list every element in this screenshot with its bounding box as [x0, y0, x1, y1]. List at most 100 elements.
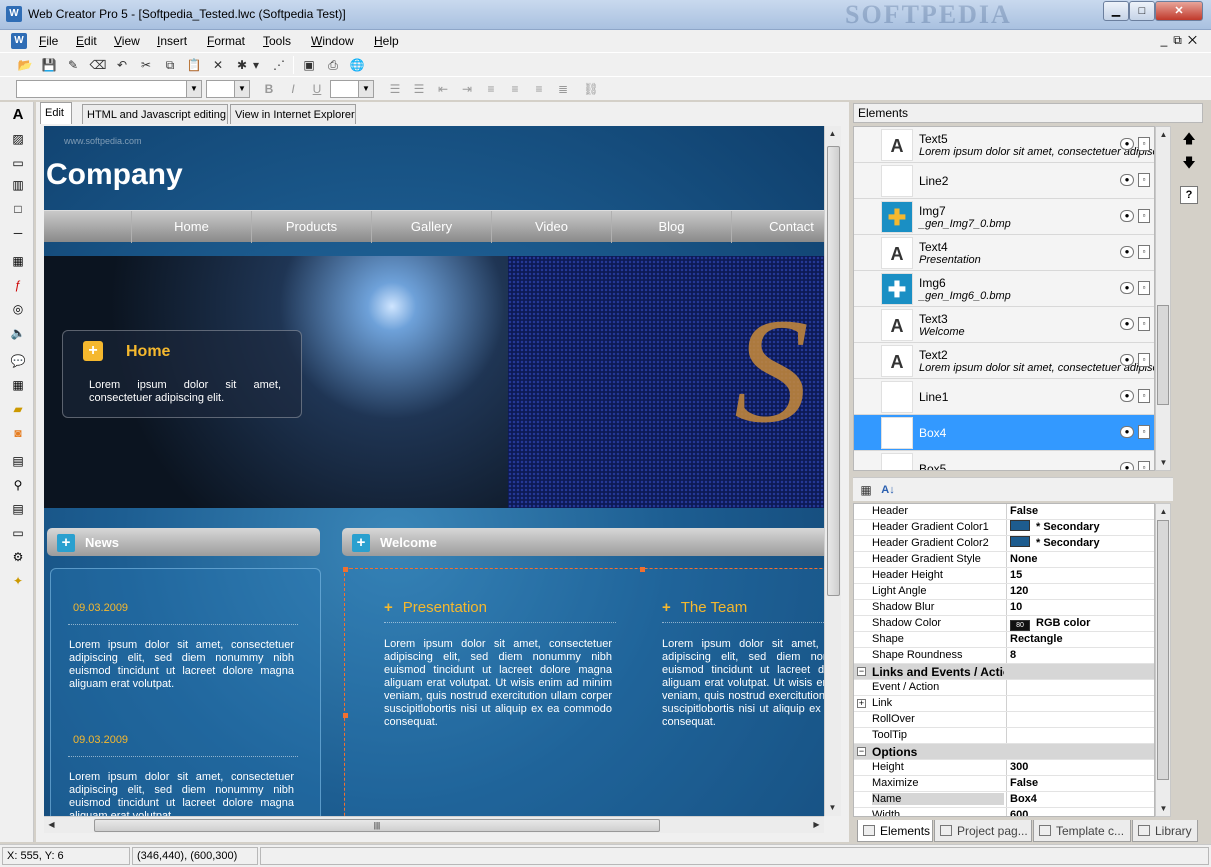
visibility-eye-icon[interactable]: ● [1120, 246, 1134, 258]
property-row[interactable]: Event / Action [854, 680, 1154, 696]
property-row[interactable]: Header Gradient Style None [854, 552, 1154, 568]
globe-icon[interactable]: 🌐 [348, 56, 366, 74]
align-left-icon[interactable]: ≡ [482, 80, 500, 98]
property-row[interactable]: Header Gradient Color1 * Secondary [854, 520, 1154, 536]
element-row[interactable]: Line1 ● ▫ [854, 379, 1154, 415]
tab-elements[interactable]: Elements [857, 820, 933, 842]
dropdown-arrow-icon[interactable]: ▾ [251, 56, 261, 74]
visibility-eye-icon[interactable]: ● [1120, 354, 1134, 366]
menu-help[interactable]: Help [374, 34, 399, 48]
property-row[interactable]: Maximize False [854, 776, 1154, 792]
property-row[interactable]: Light Angle 120 [854, 584, 1154, 600]
align-center-icon[interactable]: ≡ [506, 80, 524, 98]
copy-icon[interactable]: ⧉ [161, 56, 179, 74]
color-select[interactable]: ▼ [330, 80, 374, 98]
visibility-eye-icon[interactable]: ● [1120, 390, 1134, 402]
scissors-icon[interactable]: ✂ [137, 56, 155, 74]
properties-grid[interactable]: Header False Header Gradient Color1 * Secon… [853, 503, 1155, 817]
sort-az-icon[interactable]: A↓ [879, 481, 897, 499]
element-row[interactable]: Line2 ● ▫ [854, 163, 1154, 199]
align-right-icon[interactable]: ≡ [530, 80, 548, 98]
media-tool-icon[interactable]: ◎ [9, 300, 27, 318]
ruler-tool-icon[interactable]: ▤ [9, 452, 27, 470]
tab-html-javascript[interactable]: HTML and Javascript editing [82, 104, 228, 124]
magic-icon[interactable]: ✱ [233, 56, 251, 74]
lock-icon[interactable]: ▫ [1138, 425, 1150, 439]
scroll-up-icon[interactable]: ▲ [1156, 127, 1171, 142]
form-tool-icon[interactable]: ▤ [9, 500, 27, 518]
settings-tool-icon[interactable]: ⚙ [9, 548, 27, 566]
maximize-button[interactable]: □ [1129, 1, 1155, 21]
presentation-text[interactable]: Lorem ipsum dolor sit amet, consectetuer… [384, 638, 612, 729]
tab-view-ie[interactable]: View in Internet Explorer [230, 104, 356, 124]
lock-icon[interactable]: ▫ [1138, 461, 1150, 470]
scroll-up-icon[interactable]: ▲ [825, 126, 840, 141]
move-down-arrow-icon[interactable]: 🡇 [1180, 154, 1198, 172]
property-value[interactable] [1006, 680, 1154, 695]
flash-tool-icon[interactable]: ƒ [9, 276, 27, 294]
lock-icon[interactable]: ▫ [1138, 245, 1150, 259]
print-icon[interactable]: ⎙ [324, 56, 342, 74]
lock-icon[interactable]: ▫ [1138, 353, 1150, 367]
link-icon[interactable]: ⛓ [582, 80, 600, 98]
element-row[interactable]: A Text4 Presentation ● ▫ [854, 235, 1154, 271]
property-row[interactable]: Header Gradient Color2 * Secondary [854, 536, 1154, 552]
scroll-right-icon[interactable]: ▶ [809, 817, 824, 832]
menu-window[interactable]: Window [311, 34, 354, 48]
property-row[interactable]: Shadow Color 80 RGB color [854, 616, 1154, 632]
resize-handle[interactable] [343, 567, 348, 572]
indent-icon[interactable]: ⇥ [458, 80, 476, 98]
move-up-arrow-icon[interactable]: 🡅 [1180, 130, 1198, 148]
welcome-header[interactable]: + Welcome [342, 528, 824, 556]
numbered-list-icon[interactable]: ☰ [410, 80, 428, 98]
mdi-window-controls[interactable]: _⧉✕ [1161, 33, 1203, 48]
help-icon[interactable]: ? [1180, 186, 1198, 204]
italic-icon[interactable]: I [284, 80, 302, 98]
line-tool-icon[interactable]: ─ [9, 224, 27, 242]
lock-icon[interactable]: ▫ [1138, 173, 1150, 187]
visibility-eye-icon[interactable]: ● [1120, 138, 1134, 150]
gallery-tool-icon[interactable]: ▦ [9, 252, 27, 270]
property-row[interactable]: Shape Rectangle [854, 632, 1154, 648]
elements-list[interactable]: A Text5 Lorem ipsum dolor sit amet, consec… [853, 126, 1155, 471]
property-value[interactable]: 10 [1006, 600, 1154, 615]
editor-vertical-scrollbar[interactable]: ▲ ▼ [824, 126, 841, 816]
open-icon[interactable]: 📂 [16, 56, 34, 74]
nav-products[interactable]: Products [251, 211, 371, 243]
nav-home[interactable]: Home [131, 211, 251, 243]
preview-icon[interactable]: ▣ [300, 56, 318, 74]
scroll-thumb[interactable] [827, 146, 840, 596]
elements-scrollbar[interactable]: ▲ ▼ [1155, 126, 1171, 471]
property-row[interactable]: Width 600 [854, 808, 1154, 816]
sound-tool-icon[interactable]: 🔈 [9, 324, 27, 342]
property-row[interactable]: Name Box4 [854, 792, 1154, 808]
company-heading[interactable]: Company [46, 158, 183, 192]
menu-view[interactable]: View [114, 34, 140, 48]
visibility-eye-icon[interactable]: ● [1120, 426, 1134, 438]
expand-icon[interactable]: + [857, 699, 866, 708]
menu-insert[interactable]: Insert [157, 34, 187, 48]
property-value[interactable]: * Secondary [1006, 536, 1154, 551]
resize-handle[interactable] [343, 713, 348, 718]
property-row[interactable]: Height 300 [854, 760, 1154, 776]
delete-icon[interactable]: ✕ [209, 56, 227, 74]
column-tool-icon[interactable]: ▥ [9, 176, 27, 194]
minimize-button[interactable]: ▁ [1103, 1, 1129, 21]
presentation-heading[interactable]: + Presentation [384, 599, 487, 616]
tab-library[interactable]: Library [1132, 820, 1198, 842]
cut-disabled-icon[interactable]: ⌫ [89, 56, 107, 74]
home-box[interactable]: + Home Lorem ipsum dolor sit amet, conse… [62, 330, 302, 418]
property-category[interactable]: − Options [854, 744, 1154, 760]
save-icon[interactable]: 💾 [40, 56, 58, 74]
close-button[interactable]: ✕ [1155, 1, 1203, 21]
lock-icon[interactable]: ▫ [1138, 317, 1150, 331]
element-row[interactable]: A Text2 Lorem ipsum dolor sit amet, consec… [854, 343, 1154, 379]
visibility-eye-icon[interactable]: ● [1120, 174, 1134, 186]
property-value[interactable]: 15 [1006, 568, 1154, 583]
visibility-eye-icon[interactable]: ● [1120, 282, 1134, 294]
site-nav-bar[interactable]: Home Products Gallery Video Blog Contact [44, 210, 824, 243]
tab-edit[interactable]: Edit [40, 102, 72, 124]
collapse-icon[interactable]: − [857, 667, 866, 676]
undo-icon[interactable]: ↶ [113, 56, 131, 74]
font-family-select[interactable]: ▼ [16, 80, 202, 98]
